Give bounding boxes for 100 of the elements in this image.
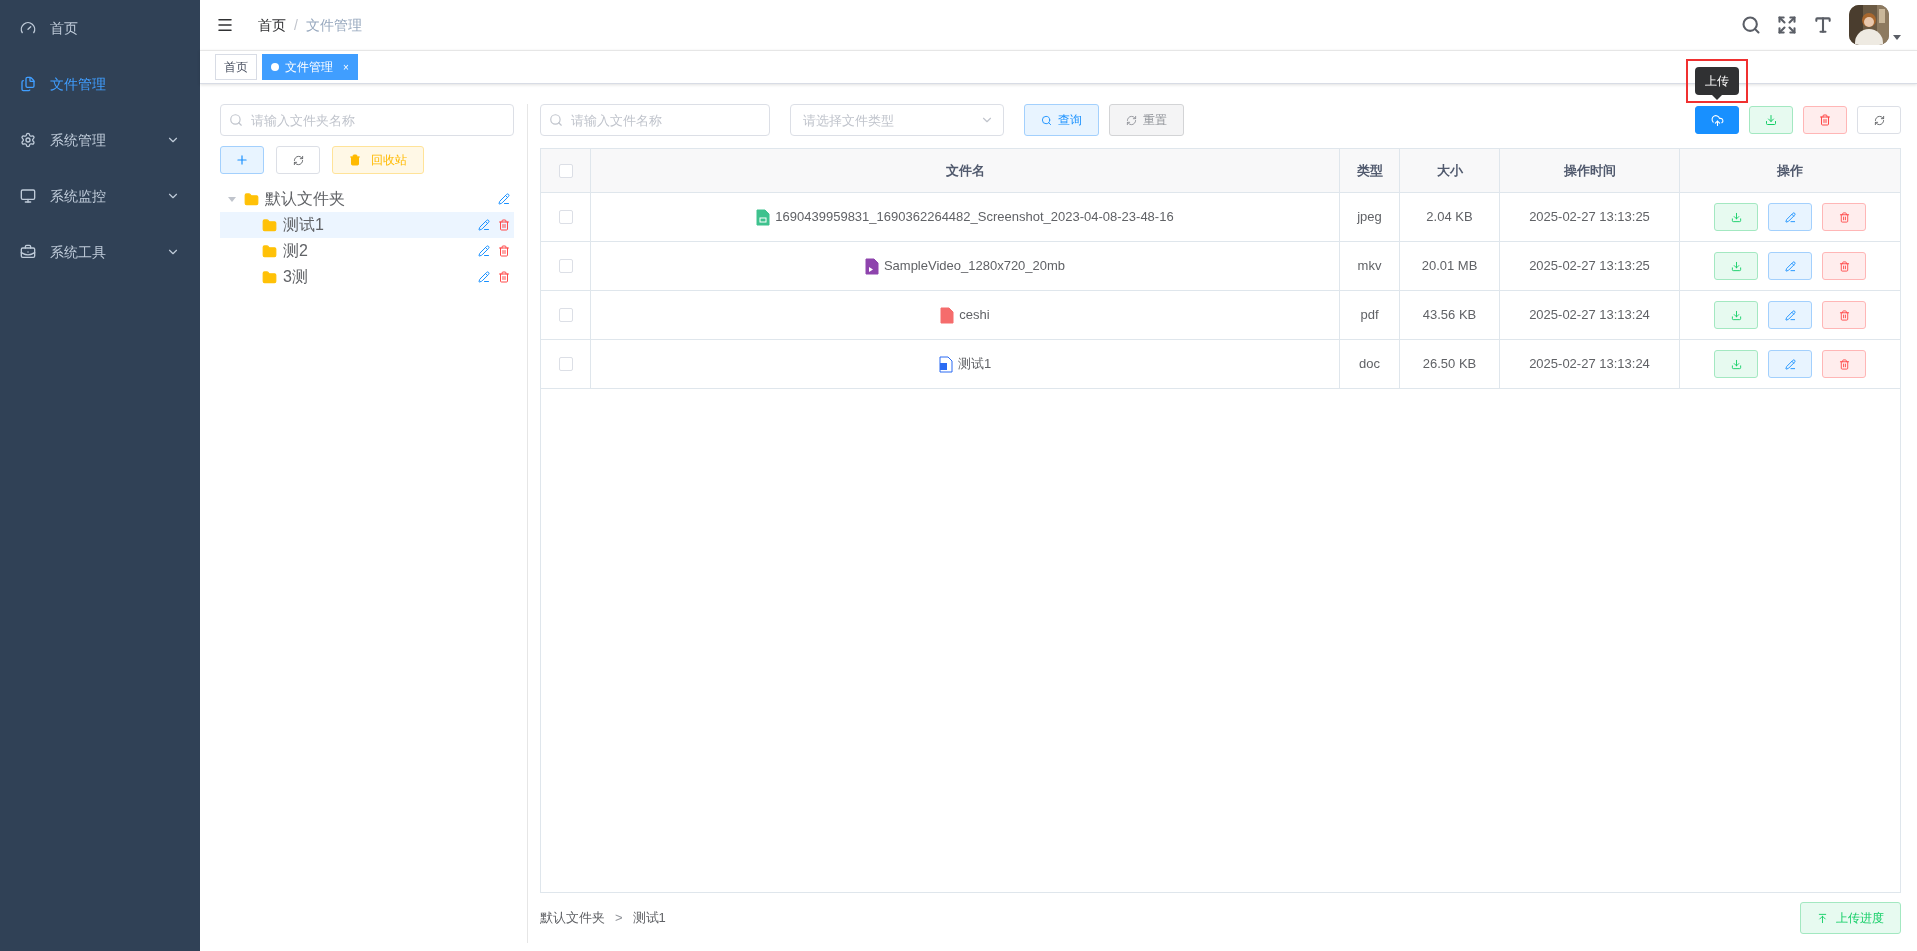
trash-icon[interactable] [498, 245, 510, 257]
download-icon [1730, 211, 1742, 223]
trash-icon [1838, 358, 1850, 370]
fullscreen-icon[interactable] [1777, 15, 1797, 35]
edit-icon [1784, 309, 1796, 321]
sidebar-item[interactable]: 系统监控 [0, 168, 200, 224]
download-button[interactable] [1714, 301, 1758, 329]
upload-button[interactable] [1695, 106, 1739, 134]
column-header: 类型 [1340, 149, 1400, 192]
font-size-icon[interactable] [1813, 15, 1833, 35]
edit-icon[interactable] [498, 193, 510, 205]
menu-icon[interactable] [216, 16, 234, 34]
refresh-button[interactable] [276, 146, 320, 174]
folder-icon [262, 243, 277, 259]
sidebar-item[interactable]: 系统工具 [0, 224, 200, 280]
column-header: 大小 [1400, 149, 1500, 192]
download-icon [1730, 309, 1742, 321]
search-icon [549, 113, 563, 127]
folder-search-field[interactable]: 请输入文件夹名称 [220, 104, 514, 136]
file-type-select[interactable]: 请选择文件类型 [790, 104, 1004, 136]
column-header: 操作 [1776, 161, 1804, 180]
file-search-field[interactable]: 请输入文件名称 [540, 104, 770, 136]
search-icon [229, 113, 243, 127]
checkbox[interactable] [558, 259, 573, 273]
download-button[interactable] [1714, 252, 1758, 280]
tree-node[interactable]: 3测 [220, 264, 514, 290]
file-name[interactable]: 1690439959831_1690362264482_Screenshot_2023-04-08-23-48-16 [775, 207, 1174, 227]
toolbox-icon [20, 244, 36, 260]
folder-icon [244, 191, 259, 207]
table-cell: 2025-02-27 13:13:25 [1500, 242, 1680, 290]
checkbox[interactable] [558, 357, 573, 371]
checkbox[interactable] [558, 308, 573, 322]
edit-button[interactable] [1768, 301, 1812, 329]
table-cell: jpeg [1340, 193, 1400, 241]
delete-button[interactable] [1822, 203, 1866, 231]
path-separator: > [615, 909, 623, 928]
checkbox[interactable] [558, 163, 573, 178]
image-file-icon [756, 208, 771, 226]
sidebar-item[interactable]: 首页 [0, 0, 200, 56]
tree-node[interactable]: 测试1 [220, 212, 514, 238]
breadcrumb-separator: / [294, 15, 298, 35]
sidebar-item[interactable]: 系统管理 [0, 112, 200, 168]
refresh-icon [292, 154, 304, 166]
download-button[interactable] [1749, 106, 1793, 134]
table-cell: 2025-02-27 13:13:24 [1500, 340, 1680, 388]
tag-tab[interactable]: 首页 [215, 54, 257, 80]
edit-icon[interactable] [478, 245, 490, 257]
path-item[interactable]: 测试1 [632, 908, 666, 928]
checkbox[interactable] [558, 210, 573, 224]
search-icon[interactable] [1741, 15, 1761, 35]
download-icon [1765, 114, 1777, 126]
download-button[interactable] [1714, 203, 1758, 231]
table-cell: 26.50 KB [1400, 340, 1500, 388]
file-name[interactable]: SampleVideo_1280x720_20mb [883, 256, 1066, 276]
folder-icon [262, 217, 277, 233]
tooltip-arrow-icon [1712, 95, 1722, 100]
delete-button[interactable] [1822, 350, 1866, 378]
trash-icon[interactable] [498, 219, 510, 231]
edit-icon [1784, 260, 1796, 272]
tooltip: 上传 [1695, 67, 1739, 95]
edit-icon [1784, 358, 1796, 370]
table-cell: 20.01 MB [1400, 242, 1500, 290]
delete-button[interactable] [1822, 252, 1866, 280]
reset-icon [1126, 114, 1137, 126]
download-button[interactable] [1714, 350, 1758, 378]
edit-icon[interactable] [478, 271, 490, 283]
monitor-icon [20, 188, 36, 204]
file-name[interactable]: 测试1 [957, 354, 992, 374]
edit-button[interactable] [1768, 252, 1812, 280]
table-cell: 43.56 KB [1400, 291, 1500, 339]
gauge-icon [20, 20, 36, 36]
tree-node[interactable]: 测2 [220, 238, 514, 264]
files-icon [20, 76, 36, 92]
delete-button[interactable] [1822, 301, 1866, 329]
file-name[interactable]: ceshi [959, 305, 990, 325]
trash-icon [1838, 309, 1850, 321]
edit-icon[interactable] [478, 219, 490, 231]
tree-node[interactable]: 默认文件夹 [220, 186, 514, 212]
table-cell: mkv [1340, 242, 1400, 290]
video-file-icon [864, 257, 879, 275]
folder-icon [262, 269, 277, 285]
pdf-file-icon [940, 306, 955, 324]
add-folder-button[interactable] [220, 146, 264, 174]
upload-icon [1817, 912, 1828, 924]
trash-icon[interactable] [498, 271, 510, 283]
gear-icon [20, 132, 36, 148]
caret-down-icon[interactable] [1893, 34, 1901, 40]
edit-button[interactable] [1768, 350, 1812, 378]
table-cell: 2025-02-27 13:13:24 [1500, 291, 1680, 339]
breadcrumb-item: 文件管理 [305, 15, 362, 35]
cloud-upload-icon [1710, 113, 1724, 127]
search-icon [1041, 114, 1052, 126]
sidebar-item[interactable]: 文件管理 [0, 56, 200, 112]
trash-icon [1838, 260, 1850, 272]
delete-button[interactable] [1803, 106, 1847, 134]
refresh-button[interactable] [1857, 106, 1901, 134]
path-item[interactable]: 默认文件夹 [540, 908, 605, 928]
edit-button[interactable] [1768, 203, 1812, 231]
breadcrumb-item[interactable]: 首页 [258, 14, 286, 36]
table-cell: 2.04 KB [1400, 193, 1500, 241]
